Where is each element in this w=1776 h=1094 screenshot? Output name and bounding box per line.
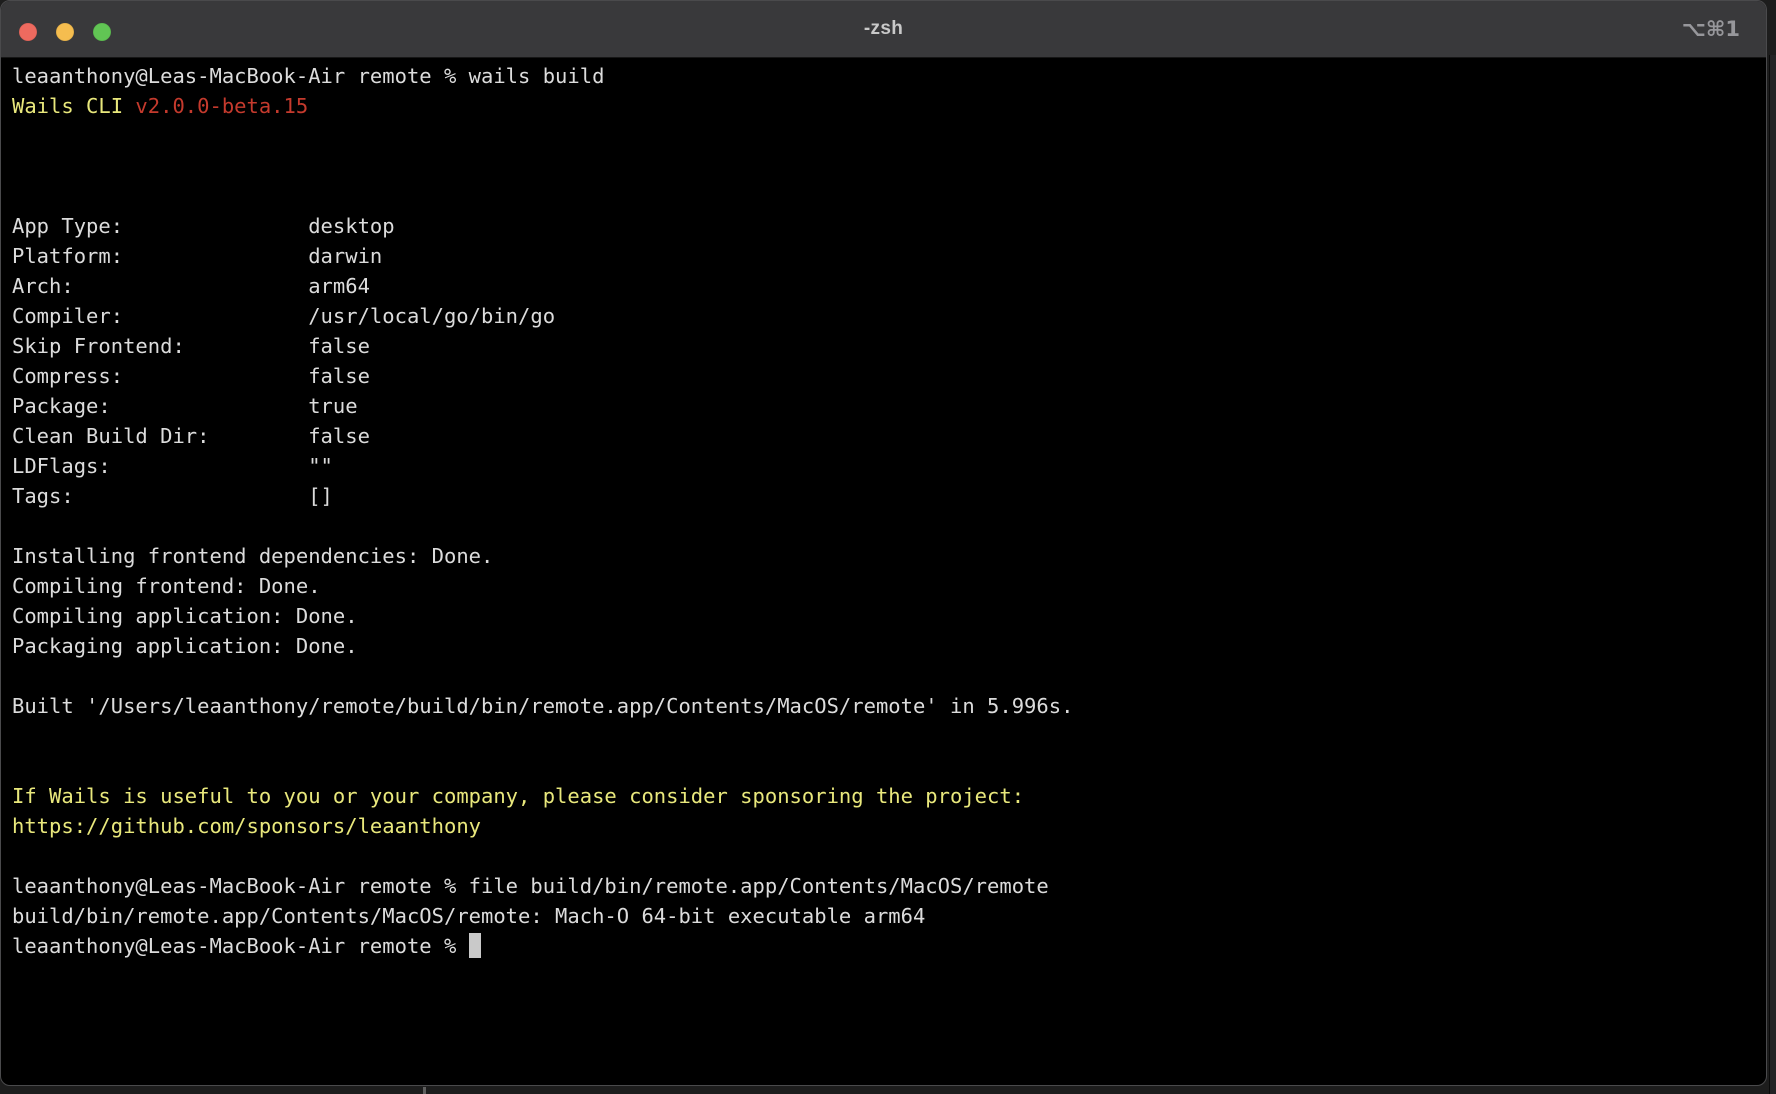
terminal-text-segment: Installing frontend dependencies: Done. (12, 544, 493, 568)
terminal-output[interactable]: leaanthony@Leas-MacBook-Air remote % wai… (1, 58, 1766, 961)
build-option-label: Compiler: (12, 301, 308, 331)
terminal-blank-line (12, 121, 1756, 151)
build-option-value: true (308, 394, 357, 418)
build-option-row: Clean Build Dir:false (12, 421, 1756, 451)
terminal-blank-line (12, 751, 1756, 781)
build-option-value: desktop (308, 214, 394, 238)
terminal-text-segment: https://github.com/sponsors/leaanthony (12, 814, 481, 838)
build-option-row: LDFlags:"" (12, 451, 1756, 481)
terminal-text-segment: leaanthony@Leas-MacBook-Air remote % wai… (12, 64, 604, 88)
terminal-text-segment: Built '/Users/leaanthony/remote/build/bi… (12, 694, 1073, 718)
build-option-label: Package: (12, 391, 308, 421)
prompt-command-line: leaanthony@Leas-MacBook-Air remote % wai… (12, 61, 1756, 91)
build-option-label: App Type: (12, 211, 308, 241)
minimize-button[interactable] (56, 23, 74, 41)
terminal-text-segment: Compiling application: Done. (12, 604, 358, 628)
build-option-label: Compress: (12, 361, 308, 391)
build-option-value: /usr/local/go/bin/go (308, 304, 555, 328)
build-option-row: Arch:arm64 (12, 271, 1756, 301)
terminal-text-segment: v2.0.0-beta.15 (135, 94, 308, 118)
terminal-blank-line (12, 841, 1756, 871)
terminal-blank-line (12, 151, 1756, 181)
terminal-text-segment: build/bin/remote.app/Contents/MacOS/remo… (12, 904, 925, 928)
build-option-value: false (308, 424, 370, 448)
build-option-row: Tags:[] (12, 481, 1756, 511)
build-option-row: Compress:false (12, 361, 1756, 391)
build-option-row: App Type:desktop (12, 211, 1756, 241)
window-shortcut-badge: ⌥⌘1 (1682, 17, 1740, 41)
build-option-value: [] (308, 484, 333, 508)
sponsor-message-line: If Wails is useful to you or your compan… (12, 781, 1756, 811)
build-option-label: LDFlags: (12, 451, 308, 481)
build-step-line: Compiling frontend: Done. (12, 571, 1756, 601)
build-option-value: darwin (308, 244, 382, 268)
build-option-value: "" (308, 454, 333, 478)
build-option-label: Arch: (12, 271, 308, 301)
terminal-text-segment: If Wails is useful to you or your compan… (12, 784, 1024, 808)
background-window-edge (1769, 55, 1776, 1094)
window-title: -zsh (864, 18, 903, 40)
build-option-value: false (308, 364, 370, 388)
build-option-row: Skip Frontend:false (12, 331, 1756, 361)
build-option-label: Tags: (12, 481, 308, 511)
build-step-line: Packaging application: Done. (12, 631, 1756, 661)
background-window-fragment (423, 1087, 426, 1094)
terminal-text-segment: Wails CLI (12, 94, 135, 118)
terminal-blank-line (12, 181, 1756, 211)
close-button[interactable] (19, 23, 37, 41)
wails-version-line: Wails CLI v2.0.0-beta.15 (12, 91, 1756, 121)
build-option-label: Platform: (12, 241, 308, 271)
build-option-row: Platform:darwin (12, 241, 1756, 271)
terminal-window: -zsh ⌥⌘1 leaanthony@Leas-MacBook-Air rem… (0, 0, 1767, 1086)
traffic-lights (19, 23, 111, 41)
build-option-value: arm64 (308, 274, 370, 298)
terminal-blank-line (12, 661, 1756, 691)
build-step-line: Installing frontend dependencies: Done. (12, 541, 1756, 571)
terminal-text-segment: Packaging application: Done. (12, 634, 358, 658)
terminal-blank-line (12, 511, 1756, 541)
window-titlebar[interactable]: -zsh ⌥⌘1 (1, 1, 1766, 58)
build-result-line: Built '/Users/leaanthony/remote/build/bi… (12, 691, 1756, 721)
file-output-line: build/bin/remote.app/Contents/MacOS/remo… (12, 901, 1756, 931)
terminal-text-segment: Compiling frontend: Done. (12, 574, 321, 598)
terminal-text-segment: leaanthony@Leas-MacBook-Air remote % (12, 934, 469, 958)
build-step-line: Compiling application: Done. (12, 601, 1756, 631)
terminal-cursor (469, 933, 481, 958)
build-option-value: false (308, 334, 370, 358)
active-prompt-line: leaanthony@Leas-MacBook-Air remote % (12, 931, 1756, 961)
terminal-text-segment: leaanthony@Leas-MacBook-Air remote % fil… (12, 874, 1049, 898)
zoom-button[interactable] (93, 23, 111, 41)
build-option-label: Clean Build Dir: (12, 421, 308, 451)
build-option-label: Skip Frontend: (12, 331, 308, 361)
terminal-blank-line (12, 721, 1756, 751)
build-option-row: Package:true (12, 391, 1756, 421)
prompt-command-line: leaanthony@Leas-MacBook-Air remote % fil… (12, 871, 1756, 901)
sponsor-url-line: https://github.com/sponsors/leaanthony (12, 811, 1756, 841)
build-option-row: Compiler:/usr/local/go/bin/go (12, 301, 1756, 331)
